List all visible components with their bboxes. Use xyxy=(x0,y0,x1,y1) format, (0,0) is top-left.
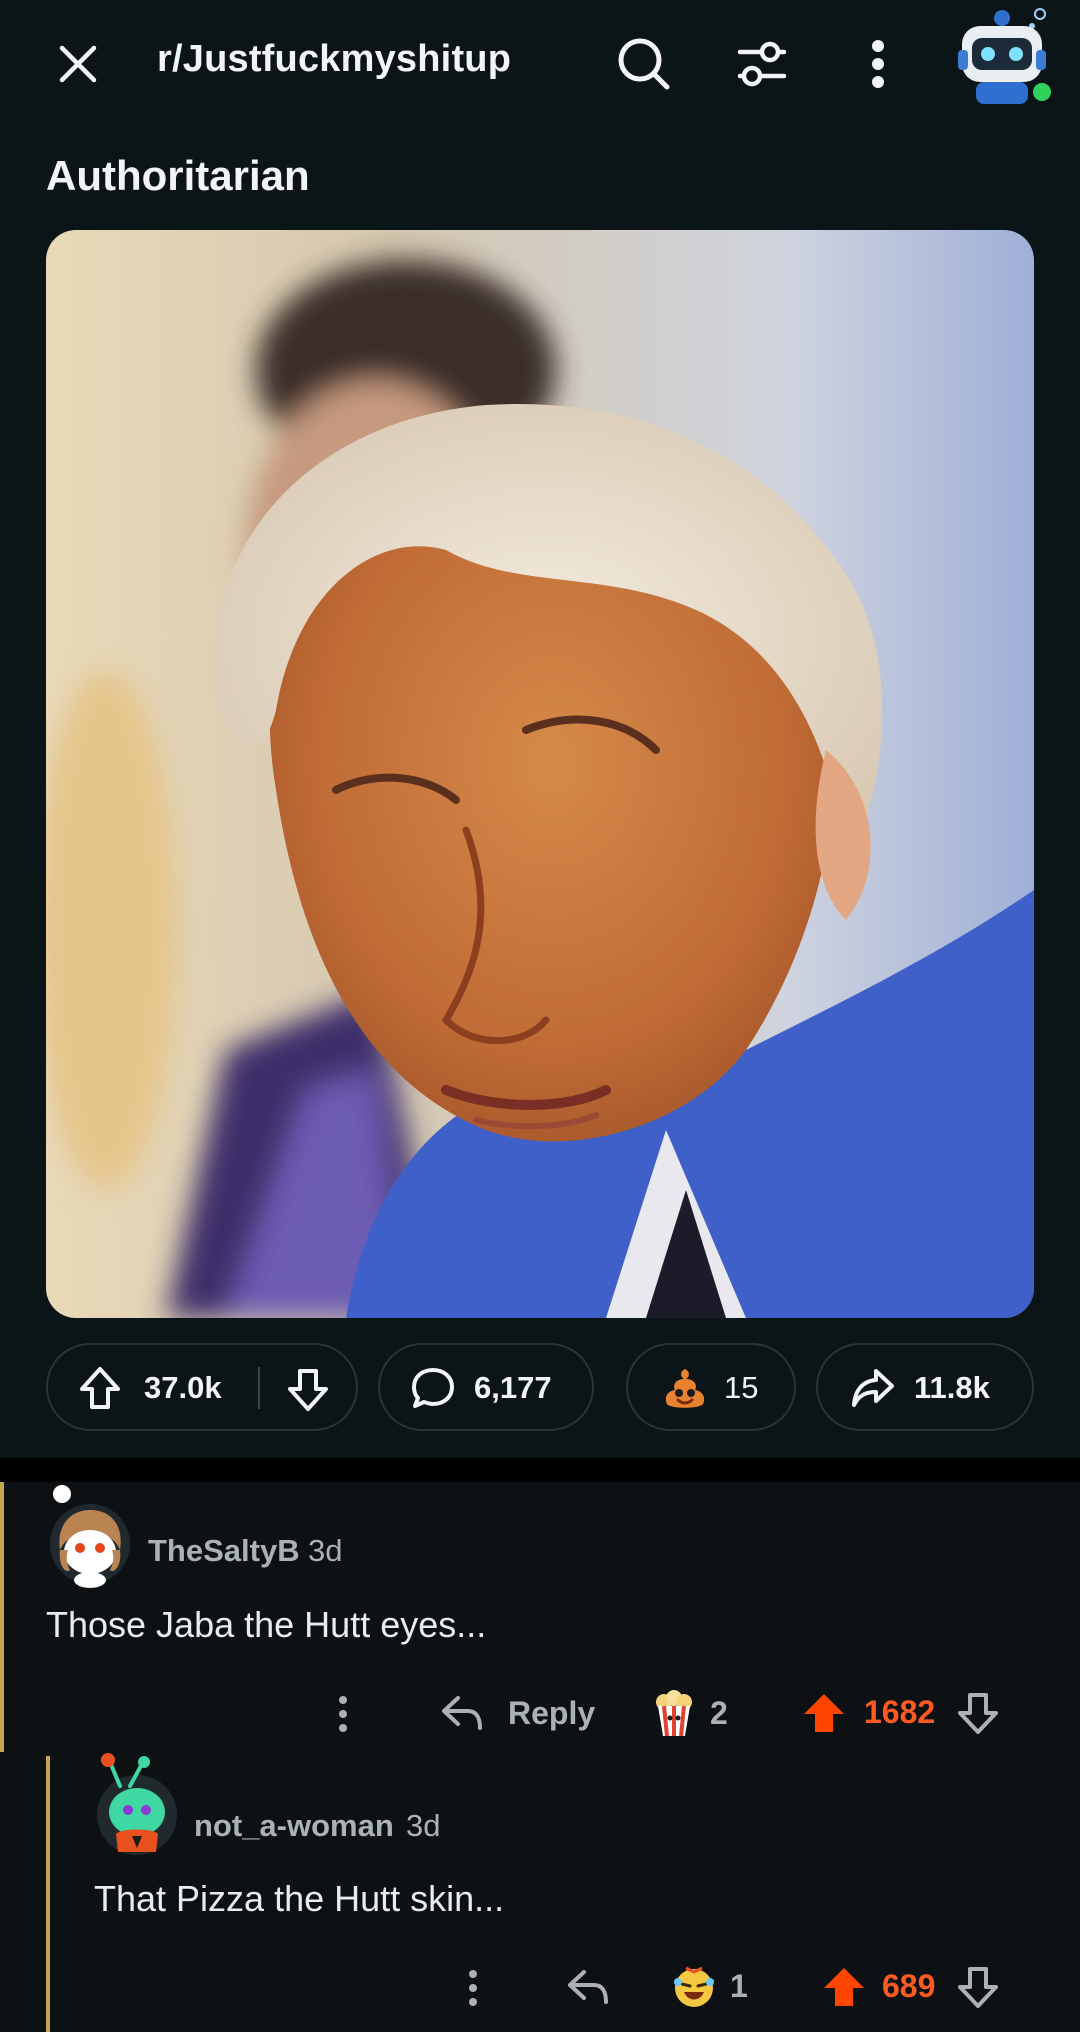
upvote-count: 37.0k xyxy=(144,1370,222,1405)
avatar-antenna-icon xyxy=(90,1752,160,1797)
comment-more-button[interactable] xyxy=(336,1694,350,1734)
user-avatar[interactable] xyxy=(952,4,1056,108)
comment-body: That Pizza the Hutt skin... xyxy=(94,1878,505,1919)
comment-age: 3d xyxy=(406,1808,441,1843)
comment-downvote-button[interactable] xyxy=(956,1966,1000,2008)
share-button[interactable]: 11.8k xyxy=(816,1343,1034,1431)
upvote-icon xyxy=(80,1367,120,1409)
search-icon[interactable] xyxy=(612,32,676,96)
downvote-button[interactable] xyxy=(286,1367,330,1421)
reply-label: Reply xyxy=(508,1694,596,1731)
more-vertical-icon xyxy=(339,1696,347,1732)
post-image[interactable] xyxy=(46,230,1034,1318)
top-bar: r/Justfuckmyshitup xyxy=(0,0,1080,128)
reply-icon xyxy=(442,1696,482,1730)
comments-button[interactable]: 6,177 xyxy=(378,1343,594,1431)
subreddit-name[interactable]: r/Justfuckmyshitup xyxy=(157,38,511,81)
poop-award-icon xyxy=(660,1363,710,1421)
more-vertical-icon[interactable] xyxy=(858,32,898,96)
upvote-filled-icon xyxy=(824,1968,864,2006)
more-vertical-icon xyxy=(469,1970,477,2006)
thread-line xyxy=(0,1482,4,1752)
award-count: 15 xyxy=(724,1370,759,1405)
comment-award-button[interactable]: 2 xyxy=(650,1688,728,1738)
downvote-icon xyxy=(958,1967,998,2008)
reply-button[interactable] xyxy=(566,1966,610,2008)
comment-upvote-button[interactable] xyxy=(822,1966,866,2008)
comment-icon xyxy=(410,1366,456,1418)
reply-icon xyxy=(568,1970,608,2004)
comment-age: 3d xyxy=(308,1533,343,1568)
share-count: 11.8k xyxy=(914,1370,990,1405)
comment-award-count: 1 xyxy=(730,1967,748,2004)
avatar[interactable] xyxy=(46,1500,134,1588)
upvote-button[interactable] xyxy=(78,1365,122,1419)
award-button[interactable]: 15 xyxy=(626,1343,796,1431)
reply-button[interactable]: Reply xyxy=(440,1692,595,1734)
comment-award-count: 2 xyxy=(710,1694,728,1731)
downvote-icon xyxy=(958,1693,998,1734)
popcorn-award-icon xyxy=(656,1690,692,1737)
comment-downvote-button[interactable] xyxy=(956,1692,1000,1734)
filter-icon[interactable] xyxy=(730,32,794,96)
comment-count: 6,177 xyxy=(474,1370,552,1405)
upvote-filled-icon xyxy=(804,1694,844,1732)
vote-pill: 37.0k xyxy=(46,1343,358,1431)
post-title[interactable]: Authoritarian xyxy=(46,152,310,200)
vote-divider xyxy=(258,1367,260,1409)
comment-upvote-button[interactable] xyxy=(802,1692,846,1734)
reply-thread-line xyxy=(46,1756,50,2032)
comment-score: 1682 xyxy=(864,1694,936,1730)
downvote-icon xyxy=(288,1369,328,1411)
section-divider xyxy=(0,1458,1080,1482)
comments-section: TheSaltyB 3d Those Jaba the Hutt eyes...… xyxy=(0,1482,1080,2032)
comment-more-button[interactable] xyxy=(466,1968,480,2008)
comment-body: Those Jaba the Hutt eyes... xyxy=(46,1604,487,1645)
laughing-award-icon xyxy=(674,1966,714,2007)
close-icon[interactable] xyxy=(50,36,106,92)
comment-username[interactable]: not_a-woman xyxy=(194,1808,394,1844)
comment-username[interactable]: TheSaltyB xyxy=(148,1533,300,1569)
comment-award-button[interactable]: 1 xyxy=(670,1962,748,2010)
share-icon xyxy=(850,1367,896,1417)
avatar-antenna-icon xyxy=(50,1482,74,1511)
comment-score: 689 xyxy=(882,1968,936,2004)
